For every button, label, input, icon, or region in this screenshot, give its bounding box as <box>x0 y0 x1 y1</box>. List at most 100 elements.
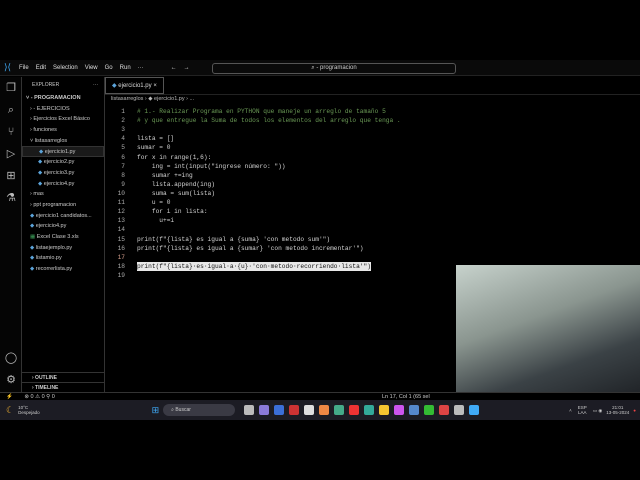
explorer-item[interactable]: ◆ recorrerlista.py <box>22 264 104 275</box>
extensions-icon[interactable]: ⊞ <box>0 165 22 187</box>
code-line[interactable]: 1 # 1.- Realizar Programa en PYTHON que m… <box>105 107 640 116</box>
taskbar-app-icon[interactable] <box>318 405 329 415</box>
code-line[interactable]: 13 u+=i <box>105 216 640 225</box>
taskbar-search-text: Buscar <box>175 407 191 413</box>
code-text: lista.append(ing) <box>137 180 215 188</box>
menu-file[interactable]: File <box>19 65 29 71</box>
tab-close-icon[interactable]: × <box>153 83 157 89</box>
workspace-root[interactable]: ˅ - PROGRAMACION <box>22 93 104 104</box>
code-line[interactable]: 11 u = 0 <box>105 198 640 207</box>
notification-icon[interactable]: ● <box>633 408 636 413</box>
weather-widget[interactable]: 10°C Despejado <box>18 405 40 415</box>
timeline-section[interactable]: › TIMELINE <box>22 382 105 392</box>
code-text: ing = int(input("ingrese número: ")) <box>137 162 286 170</box>
search-icon[interactable]: ⌕ <box>0 99 22 121</box>
run-debug-icon[interactable]: ▷ <box>0 143 22 165</box>
explorer-item[interactable]: › ppt programacion <box>22 200 104 211</box>
explorer-item[interactable]: ◆ ejercicio1 candidatos... <box>22 211 104 222</box>
explorer-item[interactable]: ◆ ejercicio4.py <box>22 221 104 232</box>
code-line[interactable]: 14 <box>105 225 640 234</box>
explorer-item-label: ejercicio3.py <box>43 169 75 176</box>
tab-ejercicio1[interactable]: ◆ ejercicio1.py × <box>105 77 164 94</box>
code-text: for i in lista: <box>137 208 208 216</box>
code-text: u = 0 <box>137 199 171 207</box>
code-line[interactable]: 5 sumar = 0 <box>105 143 640 152</box>
explorer-item[interactable]: ◆ ejercicio2.py <box>22 157 104 168</box>
code-line[interactable]: 15 print(f"{lista} es igual a {suma} 'con… <box>105 235 640 244</box>
menu-edit[interactable]: Edit <box>36 65 46 71</box>
code-line[interactable]: 10 suma = sum(lista) <box>105 189 640 198</box>
line-number: 19 <box>117 271 125 279</box>
taskbar-app-icon[interactable] <box>408 405 419 415</box>
taskbar-app-icon[interactable] <box>393 405 404 415</box>
explorer-item[interactable]: › funciones <box>22 125 104 136</box>
code-area[interactable]: 1 # 1.- Realizar Programa en PYTHON que m… <box>105 104 640 280</box>
lang-layout: LAA <box>578 410 587 415</box>
menu-view[interactable]: View <box>85 65 98 71</box>
taskbar-app-icon[interactable] <box>378 405 389 415</box>
taskbar-app-icon[interactable] <box>333 405 344 415</box>
line-number: 6 <box>121 153 125 161</box>
outline-section[interactable]: › OUTLINE <box>22 372 105 382</box>
explorer-item[interactable]: › mas <box>22 189 104 200</box>
menu-run[interactable]: Run <box>120 65 131 71</box>
code-line[interactable]: 7 ing = int(input("ingrese número: ")) <box>105 162 640 171</box>
menu-go[interactable]: Go <box>105 65 113 71</box>
account-icon[interactable]: ◯ <box>0 347 22 369</box>
code-text: print(f"{lista}·es·igual·a·{u}·'con·meto… <box>137 261 371 271</box>
taskbar-app-icon[interactable] <box>273 405 284 415</box>
line-number: 12 <box>117 208 125 216</box>
tray-chevron-icon[interactable]: ˄ <box>569 408 572 413</box>
explorer-item[interactable]: ◆ listaejemplo.py <box>22 243 104 254</box>
code-text: sumar +=ing <box>137 171 193 179</box>
taskbar-app-icon[interactable] <box>303 405 314 415</box>
explorer-item[interactable]: ◆ ejercicio3.py <box>22 168 104 179</box>
explorer-icon[interactable]: ❐ <box>0 77 22 99</box>
testing-icon[interactable]: ⚗ <box>0 187 22 209</box>
taskbar-app-icon[interactable] <box>438 405 449 415</box>
explorer-item[interactable]: ▦ Excel Clase 3.xls <box>22 232 104 243</box>
code-line[interactable]: 4 lista = [] <box>105 134 640 143</box>
taskbar-app-icon[interactable] <box>258 405 269 415</box>
taskbar-app-icon[interactable] <box>288 405 299 415</box>
explorer-item[interactable]: › - EJERCICIOS <box>22 104 104 115</box>
language-indicator[interactable]: ESP LAA <box>578 405 587 415</box>
line-number: 18 <box>117 262 125 270</box>
code-line[interactable]: 6 for x in range(1,6): <box>105 153 640 162</box>
windows-start-icon[interactable]: ⊞ <box>152 405 160 416</box>
explorer-item[interactable]: ◆ listamio.py <box>22 253 104 264</box>
source-control-icon[interactable]: ⑂ <box>0 121 22 143</box>
explorer-title-text: EXPLORER <box>32 82 60 88</box>
gear-icon[interactable]: ⚙ <box>0 369 22 391</box>
network-icon[interactable]: ▭ ◉ <box>593 408 602 413</box>
code-line[interactable]: 17 <box>105 253 640 262</box>
explorer-item[interactable]: › Ejercicios Excel Básico <box>22 114 104 125</box>
taskbar-app-icon[interactable] <box>363 405 374 415</box>
menu-selection[interactable]: Selection <box>53 65 78 71</box>
explorer-item[interactable]: ◆ ejercicio4.py <box>22 179 104 190</box>
taskbar-app-icon[interactable] <box>453 405 464 415</box>
taskbar-app-icon[interactable] <box>423 405 434 415</box>
line-number: 3 <box>121 126 125 134</box>
taskbar-app-icon[interactable] <box>468 405 479 415</box>
clock[interactable]: 21:01 13-05-2024 <box>606 405 629 415</box>
taskbar-app-icon[interactable] <box>243 405 254 415</box>
taskbar-search[interactable]: ⌕ Buscar <box>163 404 236 416</box>
explorer-item[interactable]: ◆ ejercicio1.py <box>22 146 104 158</box>
code-line[interactable]: 8 sumar +=ing <box>105 171 640 180</box>
code-line[interactable]: 2 # y que entregue la Suma de todos los e… <box>105 116 640 125</box>
line-number: 13 <box>117 217 125 225</box>
explorer-item[interactable]: ˅ listasarreglos <box>22 136 104 147</box>
explorer-more-button[interactable]: ··· <box>93 77 98 93</box>
code-line[interactable]: 16 print(f"{lista} es igual a {sumar} 'co… <box>105 244 640 253</box>
breadcrumb[interactable]: listasarreglos › ◆ ejercicio1.py › ... <box>105 95 640 104</box>
code-line[interactable]: 3 <box>105 125 640 134</box>
code-line[interactable]: 12 for i in lista: <box>105 207 640 216</box>
nav-forward-button[interactable]: → <box>184 65 190 71</box>
menu-more[interactable]: ··· <box>138 65 144 71</box>
command-center-search[interactable]: ⌕ - programacion <box>212 63 456 74</box>
code-line[interactable]: 9 lista.append(ing) <box>105 180 640 189</box>
taskbar-app-icon[interactable] <box>348 405 359 415</box>
line-number: 14 <box>117 226 125 234</box>
nav-back-button[interactable]: ← <box>171 65 177 71</box>
